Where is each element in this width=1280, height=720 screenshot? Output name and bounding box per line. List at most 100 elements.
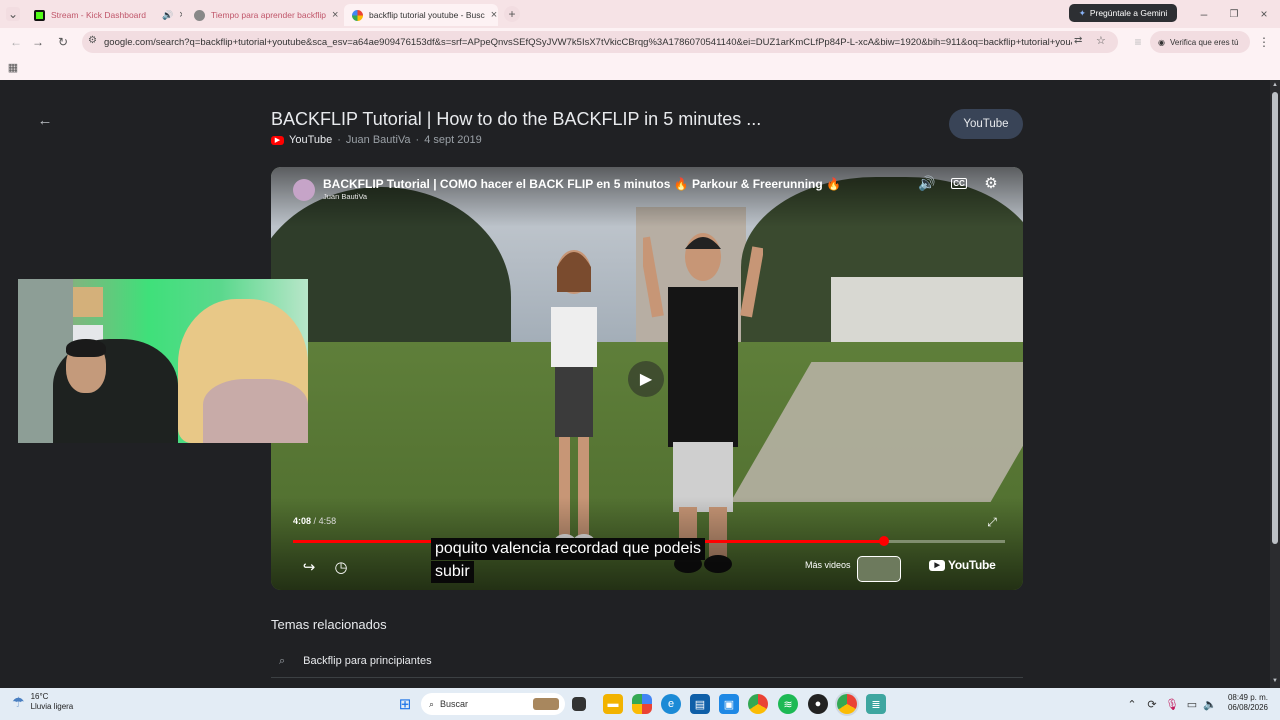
webcam-frame-item [73,287,103,317]
windows-start-icon[interactable]: ⊞ [395,694,415,714]
scrollbar-thumb[interactable] [1272,92,1278,544]
search-highlight-icon [533,698,559,710]
gemini-button[interactable]: ✦ Pregúntale a Gemini [1069,4,1177,22]
audio-icon[interactable]: 🔊 [162,10,173,21]
fullscreen-icon[interactable]: ⤢ [982,512,1002,532]
rain-cloud-icon: ☂ [12,693,25,710]
close-tab-icon[interactable]: × [179,9,182,21]
weather-condition: Lluvia ligera [30,702,74,711]
clock-date: 06/08/2026 [1227,703,1268,712]
volume-icon[interactable]: 🔊 [917,173,937,193]
display-icon[interactable]: ▭ [1182,694,1202,714]
back-icon[interactable]: ← [8,34,24,50]
maximize-icon[interactable]: ❐ [1226,6,1242,22]
channel-avatar[interactable] [293,179,315,201]
menu-icon[interactable]: ⋮ [1256,34,1272,50]
microphone-icon[interactable]: 🎙 [1162,694,1182,714]
reading-list-icon[interactable]: ≡ [1130,34,1146,50]
gemini-label: Pregúntale a Gemini [1089,8,1168,18]
tab-strip: ⌄ Stream - Kick Dashboard 🔊 × Tiempo par… [0,0,1280,28]
bookmark-star-icon[interactable]: ☆ [1096,34,1106,47]
forward-icon[interactable]: → [30,34,46,50]
meta-dot: · [337,134,341,146]
subtitles: poquito valencia recordad que podeis sub… [431,538,751,584]
related-search-item[interactable]: ⌕ Backflip para principiantes [271,650,1023,672]
more-videos-label[interactable]: Más videos [805,560,851,570]
gemini-icon: ✦ [1078,7,1086,18]
bookmarks-bar: ▦ [0,56,1280,80]
video-player[interactable]: BACKFLIP Tutorial | COMO hacer el BACK F… [271,167,1023,590]
video-time: 4:08 / 4:58 [293,516,336,526]
chrome-active-icon[interactable] [837,694,857,714]
temperature: 16°C [30,692,49,701]
youtube-play-icon: ▶ [929,559,945,571]
taskbar-search-label: Buscar [440,699,469,709]
video-title[interactable]: BACKFLIP Tutorial | COMO hacer el BACK F… [323,177,841,191]
share-icon[interactable]: ↪ [299,557,319,577]
reload-icon[interactable]: ↻ [55,34,71,50]
speaker-icon[interactable]: 🔈 [1200,694,1220,714]
result-meta: ▶ YouTube · Juan BautiVa · 4 sept 2019 [271,134,482,146]
tab-list-icon[interactable]: ⌄ [6,7,20,21]
video-channel[interactable]: Juan BautiVa [323,192,367,201]
progress-scrubber[interactable] [878,536,889,546]
back-arrow-icon[interactable]: ← [36,111,54,129]
weather-widget[interactable]: ☂ 16°C Lluvia ligera [12,692,73,712]
scroll-down-icon[interactable]: ▼ [1271,678,1279,686]
tray-sync-icon[interactable]: ⟳ [1142,694,1162,714]
more-videos-thumbnail[interactable] [857,556,901,582]
clock-time: 08:49 p. m. [1227,693,1268,702]
scroll-up-icon[interactable]: ▲ [1271,82,1279,90]
captions-icon[interactable]: CC [951,177,967,189]
globe-icon [194,9,205,21]
minimize-icon[interactable]: – [1196,6,1212,22]
result-channel: Juan BautiVa [345,134,411,146]
copilot-icon[interactable] [632,694,652,714]
search-icon: ⌕ [279,654,286,667]
tab-google-search[interactable]: backflip tutorial youtube - Busc × [344,4,498,26]
settings-gear-icon[interactable]: ⚙ [981,173,1001,193]
site-info-icon[interactable]: ⚙ [88,35,97,46]
edge-icon[interactable]: e [661,694,681,714]
meta-dot: · [415,134,420,146]
translate-icon[interactable]: ⇄ [1074,35,1082,46]
taskbar-clock[interactable]: 08:49 p. m. 06/08/2026 [1222,693,1268,713]
youtube-logo-text: YouTube [948,558,996,572]
time-separator: / [313,516,317,526]
close-tab-icon[interactable]: × [332,9,338,21]
subtitle-line: poquito valencia recordad que podeis [431,538,705,560]
tab-tiempo-backflip[interactable]: Tiempo para aprender backflip × [186,4,340,26]
taskbar-search[interactable]: ⌕ Buscar [421,693,565,715]
related-query: Backflip para principiantes [303,655,432,667]
address-bar[interactable]: ⚙ google.com/search?q=backflip+tutorial+… [82,31,1118,53]
obs-icon[interactable]: ● [808,694,828,714]
webcam-woman-sweater [203,379,308,443]
duration: 4:58 [318,516,337,526]
close-window-icon[interactable]: × [1256,6,1272,22]
tab-kick-dashboard[interactable]: Stream - Kick Dashboard 🔊 × [26,4,182,26]
remote-desktop-icon[interactable]: ▣ [719,694,739,714]
tray-chevron-icon[interactable]: ⌃ [1122,694,1142,714]
new-tab-icon[interactable]: + [504,6,520,22]
notepad-icon[interactable]: ≣ [866,694,886,714]
profile-chip[interactable]: ◉ Verifica que eres tú [1150,31,1250,53]
store-icon[interactable]: ▤ [690,694,710,714]
close-tab-icon[interactable]: × [491,9,497,21]
kick-icon [34,9,45,21]
apps-grid-icon[interactable]: ▦ [6,60,20,74]
open-youtube-button[interactable]: YouTube [949,109,1023,139]
weather-text: 16°C Lluvia ligera [31,692,74,712]
divider [271,677,1023,678]
result-title[interactable]: BACKFLIP Tutorial | How to do the BACKFL… [271,109,931,130]
watch-later-icon[interactable]: ◷ [331,557,351,577]
webcam-man-hair [66,339,106,357]
chrome-icon[interactable] [748,694,768,714]
task-view-icon[interactable] [572,697,586,711]
subtitle-line: subir [431,561,474,583]
youtube-logo[interactable]: ▶ YouTube [929,558,996,572]
file-explorer-icon[interactable]: ▬ [603,694,623,714]
spotify-icon[interactable]: ≋ [778,694,798,714]
result-source: YouTube [289,134,333,146]
profile-label: Verifica que eres tú [1169,37,1239,47]
play-icon[interactable]: ▶ [628,361,664,397]
